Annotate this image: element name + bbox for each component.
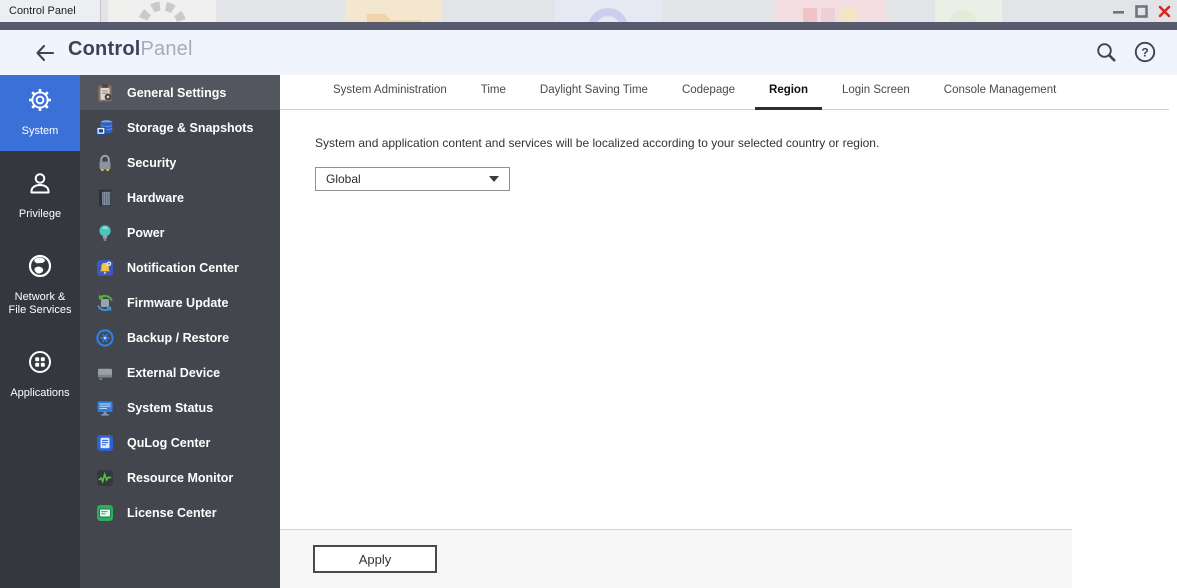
clipboard-settings-icon: [95, 83, 115, 103]
sidebar-item-label: Hardware: [127, 190, 184, 205]
sidebar-item-resource-monitor[interactable]: Resource Monitor: [80, 460, 280, 495]
globe-icon: [26, 252, 54, 285]
close-button[interactable]: [1156, 3, 1172, 19]
sidebar-item-label: Power: [127, 225, 165, 240]
app-header: ControlPanel ?: [0, 30, 1177, 75]
sidebar-item-firmware-update[interactable]: Firmware Update: [80, 285, 280, 320]
backup-gear-icon: [95, 328, 115, 348]
firmware-update-icon: [95, 293, 115, 313]
rail-item-label: System: [21, 125, 59, 137]
sidebar-item-label: License Center: [127, 505, 217, 520]
tab-login-screen[interactable]: Login Screen: [825, 74, 927, 109]
help-icon: ?: [1134, 41, 1156, 63]
sidebar-item-label: General Settings: [127, 85, 227, 100]
rail-item-privilege[interactable]: Privilege: [0, 158, 80, 234]
sidebar-item-general-settings[interactable]: General Settings: [80, 75, 280, 110]
background-app-icon-5: [935, 0, 1002, 22]
maximize-button[interactable]: [1133, 3, 1149, 19]
help-button[interactable]: ?: [1133, 40, 1157, 64]
region-select-value: Global: [326, 172, 361, 186]
tab-system-administration[interactable]: System Administration: [316, 74, 464, 109]
background-app-icon-2: [345, 0, 442, 22]
titlebar-divider: [0, 22, 1177, 30]
footer-bar: Apply: [280, 529, 1072, 588]
category-sidebar: System Privilege Network & File Services App…: [0, 75, 80, 588]
content-pane: System Administration Time Daylight Saving…: [280, 75, 1177, 588]
tab-bar: System Administration Time Daylight Saving…: [280, 75, 1169, 110]
search-icon: [1097, 43, 1116, 62]
region-description: System and application content and servi…: [315, 136, 880, 150]
page-title: ControlPanel: [68, 38, 193, 61]
rail-item-system[interactable]: System: [0, 75, 80, 151]
sidebar-item-label: QuLog Center: [127, 435, 211, 450]
sidebar-item-label: Backup / Restore: [127, 330, 230, 345]
sidebar-item-system-status[interactable]: System Status: [80, 390, 280, 425]
tab-codepage[interactable]: Codepage: [665, 74, 752, 109]
region-select[interactable]: Global: [315, 167, 510, 191]
rail-item-label: Privilege: [18, 207, 62, 220]
sidebar-item-license-center[interactable]: License Center: [80, 495, 280, 530]
rail-item-applications[interactable]: Applications: [0, 337, 80, 413]
storage-disks-icon: [95, 118, 115, 138]
sidebar-item-label: Notification Center: [127, 260, 239, 275]
external-drive-icon: [95, 363, 115, 383]
page-title-bold: Control: [68, 38, 141, 60]
titlebar-tab-label: Control Panel: [9, 5, 76, 17]
arrow-left-icon: [36, 44, 55, 62]
sidebar-item-security[interactable]: Security: [80, 145, 280, 180]
user-icon: [26, 169, 54, 202]
sidebar-item-label: Security: [127, 155, 177, 170]
window-controls: [1110, 3, 1172, 19]
sidebar-item-external-device[interactable]: External Device: [80, 355, 280, 390]
sidebar-item-label: External Device: [127, 365, 221, 380]
background-app-icon-4: [775, 0, 885, 22]
tab-daylight-saving-time[interactable]: Daylight Saving Time: [523, 74, 665, 109]
apply-button[interactable]: Apply: [313, 545, 437, 573]
tab-time[interactable]: Time: [464, 74, 523, 109]
license-card-icon: [95, 503, 115, 523]
rail-item-label: Network & File Services: [8, 290, 72, 317]
notification-bell-icon: [95, 258, 115, 278]
sidebar-item-label: Storage & Snapshots: [127, 120, 254, 135]
sidebar-item-qulog-center[interactable]: QuLog Center: [80, 425, 280, 460]
background-app-icon-1: [108, 0, 216, 22]
sidebar-item-hardware[interactable]: Hardware: [80, 180, 280, 215]
gear-icon: [26, 86, 54, 119]
rail-item-label: Applications: [10, 387, 70, 399]
power-bulb-icon: [95, 223, 115, 243]
sidebar-item-label: Firmware Update: [127, 295, 229, 310]
maximize-icon: [1134, 4, 1148, 18]
tab-console-management[interactable]: Console Management: [927, 74, 1074, 109]
sidebar-item-notification-center[interactable]: Notification Center: [80, 250, 280, 285]
page-title-light: Panel: [140, 38, 193, 60]
back-button[interactable]: [33, 41, 57, 65]
tab-region[interactable]: Region: [752, 74, 825, 110]
close-icon: [1158, 5, 1170, 17]
sidebar-item-backup-restore[interactable]: Backup / Restore: [80, 320, 280, 355]
status-monitor-icon: [95, 398, 115, 418]
sidebar-item-label: Resource Monitor: [127, 470, 234, 485]
sidebar-item-storage-snapshots[interactable]: Storage & Snapshots: [80, 110, 280, 145]
minimize-icon: [1112, 10, 1124, 14]
settings-sidebar: General Settings Storage & Snapshots Secur…: [80, 75, 280, 588]
chevron-down-icon: [489, 176, 499, 182]
rail-item-network-file-services[interactable]: Network & File Services: [0, 241, 80, 331]
sidebar-item-label: System Status: [127, 400, 214, 415]
qulog-doc-icon: [95, 433, 115, 453]
padlock-icon: [95, 153, 115, 173]
titlebar-tab-control-panel[interactable]: Control Panel: [0, 0, 101, 22]
resource-waveform-icon: [95, 468, 115, 488]
sidebar-item-power[interactable]: Power: [80, 215, 280, 250]
background-app-icon-3: [555, 0, 662, 22]
minimize-button[interactable]: [1110, 3, 1126, 19]
apps-grid-icon: [26, 348, 54, 381]
search-button[interactable]: [1094, 40, 1118, 64]
os-titlebar: Control Panel: [0, 0, 1177, 22]
svg-text:?: ?: [1141, 45, 1148, 59]
nas-tower-icon: [95, 188, 115, 208]
